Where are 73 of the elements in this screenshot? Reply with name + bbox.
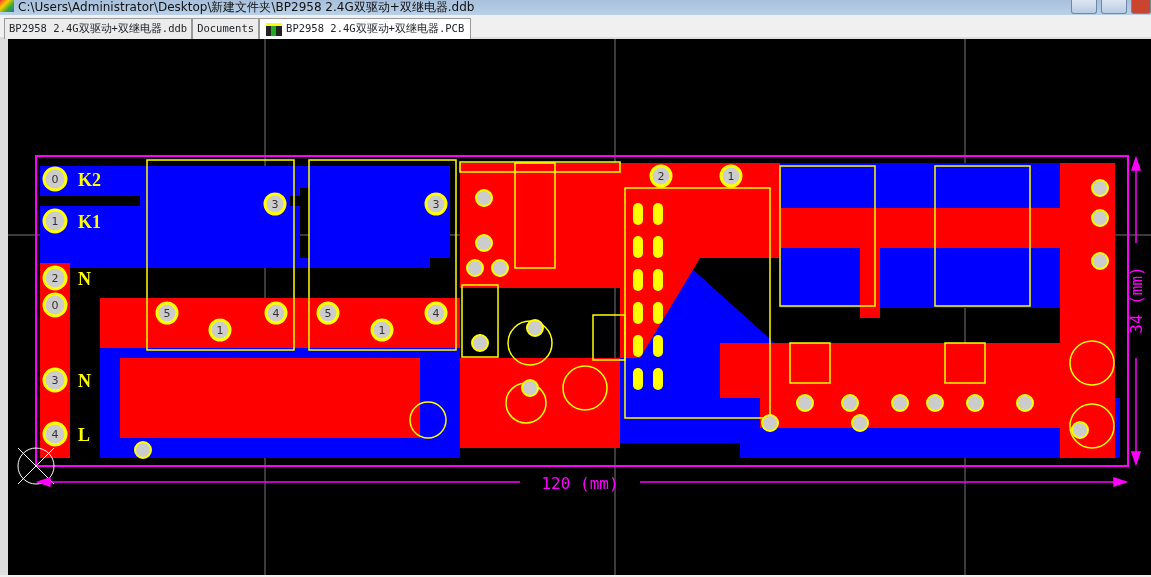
component-pad xyxy=(653,302,663,324)
numbered-pad: 0 xyxy=(42,166,68,192)
via-pad xyxy=(471,334,489,352)
numbered-pad: 5 xyxy=(316,301,340,325)
component-pad xyxy=(653,236,663,258)
silkscreen-outline xyxy=(944,342,986,384)
numbered-pad: 0 xyxy=(42,292,68,318)
numbered-pad: 2 xyxy=(42,265,68,291)
via-pad xyxy=(841,394,859,412)
via-pad xyxy=(466,259,484,277)
component-pad xyxy=(633,203,643,225)
numbered-pad: 3 xyxy=(263,192,287,216)
minimize-button[interactable] xyxy=(1071,0,1097,14)
via-pad xyxy=(891,394,909,412)
numbered-pad: 5 xyxy=(155,301,179,325)
component-pad xyxy=(653,269,663,291)
numbered-pad: 3 xyxy=(42,367,68,393)
document-tab[interactable]: BP2958 2.4G双驱动+双继电器.ddb xyxy=(4,18,193,39)
close-button[interactable] xyxy=(1131,0,1151,14)
via-pad xyxy=(134,441,152,459)
via-pad xyxy=(1091,252,1109,270)
numbered-pad: 4 xyxy=(42,421,68,447)
via-pad xyxy=(475,189,493,207)
silkscreen-outline xyxy=(409,401,447,439)
silkscreen-outline xyxy=(1069,340,1115,386)
height-dimension-label: 34 (mm) xyxy=(1127,266,1146,334)
via-pad xyxy=(1071,421,1089,439)
via-pad xyxy=(966,394,984,412)
component-pad xyxy=(633,302,643,324)
component-pad xyxy=(633,368,643,390)
via-pad xyxy=(521,379,539,397)
pcb-file-icon xyxy=(266,22,283,36)
via-pad xyxy=(1016,394,1034,412)
component-pad xyxy=(633,269,643,291)
numbered-pad: 4 xyxy=(424,301,448,325)
component-pad xyxy=(653,203,663,225)
connector-label: N xyxy=(78,269,91,289)
numbered-pad: 3 xyxy=(424,192,448,216)
via-pad xyxy=(761,414,779,432)
via-pad xyxy=(526,319,544,337)
maximize-button[interactable] xyxy=(1101,0,1127,14)
silkscreen-outline xyxy=(505,382,547,424)
via-pad xyxy=(851,414,869,432)
silkscreen-outline xyxy=(562,365,608,411)
width-dimension-label: 120 (mm) xyxy=(541,474,619,493)
via-pad xyxy=(1091,179,1109,197)
connector-label: L xyxy=(78,425,90,445)
via-pad xyxy=(475,234,493,252)
numbered-pad: 4 xyxy=(264,301,288,325)
document-tab[interactable]: Documents xyxy=(192,18,260,39)
component-pad xyxy=(653,335,663,357)
numbered-pad: 1 xyxy=(719,164,743,188)
silkscreen-outline xyxy=(507,320,553,366)
component-pad xyxy=(653,368,663,390)
silkscreen-outline xyxy=(789,342,831,384)
app-icon xyxy=(0,0,14,12)
connector-label: N xyxy=(78,371,91,391)
via-pad xyxy=(926,394,944,412)
component-pad xyxy=(633,236,643,258)
numbered-pad: 2 xyxy=(649,164,673,188)
connector-label: K1 xyxy=(78,212,101,232)
via-pad xyxy=(491,259,509,277)
origin-marker-icon xyxy=(17,447,55,485)
component-pad xyxy=(633,335,643,357)
document-tab[interactable]: BP2958 2.4G双驱动+双继电器.PCB xyxy=(259,18,472,39)
connector-label: K2 xyxy=(78,170,101,190)
numbered-pad: 1 xyxy=(42,208,68,234)
via-pad xyxy=(1091,209,1109,227)
window-title: C:\Users\Administrator\Desktop\新建文件夹\BP2958 2.4G双驱动+双继电器.ddb xyxy=(18,0,476,14)
numbered-pad: 1 xyxy=(208,318,232,342)
numbered-pad: 1 xyxy=(370,318,394,342)
via-pad xyxy=(796,394,814,412)
silkscreen-outline xyxy=(1069,403,1115,449)
